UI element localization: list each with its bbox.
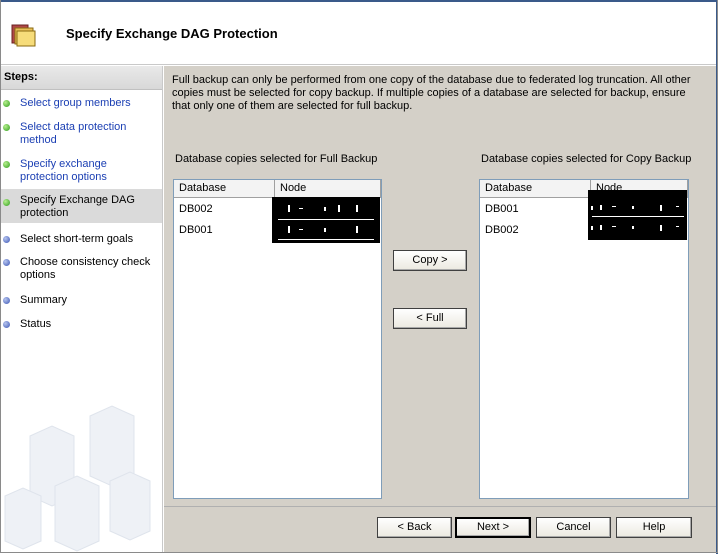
step-complete-icon [3,100,10,107]
step-pending-icon [3,297,10,304]
step-label: Choose consistency check options [20,256,151,281]
page-title: Specify Exchange DAG Protection [66,26,278,41]
step-pending-icon [3,236,10,243]
step-label: Select data protection method [20,121,127,146]
step-status[interactable]: Status [0,318,162,332]
copy-backup-list[interactable]: Database Node DB001 DB002 [479,179,689,499]
step-choose-consistency-check-options[interactable]: Choose consistency check options [0,256,162,284]
cancel-button[interactable]: Cancel [536,517,611,538]
folder-icon [10,22,38,48]
wizard-footer: < Back Next > Cancel Help [164,506,716,553]
info-text: Full backup can only be performed from o… [172,74,691,112]
wizard-header: Specify Exchange DAG Protection [0,2,716,65]
redacted-node-values [588,190,687,240]
step-complete-icon [3,124,10,131]
database-cell: DB002 [179,203,213,215]
full-button[interactable]: < Full [393,308,467,329]
database-cell: DB001 [485,203,519,215]
content-panel: Full backup can only be performed from o… [164,66,716,506]
column-node[interactable]: Node [275,180,381,197]
step-select-group-members[interactable]: Select group members [0,97,162,111]
database-cell: DB002 [485,224,519,236]
step-label: Select short-term goals [20,233,134,245]
list-header: Database Node [174,180,381,198]
copy-button[interactable]: Copy > [393,250,467,271]
column-database[interactable]: Database [174,180,275,197]
step-summary[interactable]: Summary [0,294,162,308]
full-backup-list[interactable]: Database Node DB002 DB001 [173,179,382,499]
full-backup-label: Database copies selected for Full Backup [175,153,378,165]
next-button[interactable]: Next > [455,517,531,538]
steps-header: Steps: [0,66,162,90]
step-pending-icon [3,321,10,328]
step-label: Specify exchange protection options [20,158,107,183]
step-complete-icon [3,161,10,168]
redacted-node-values [272,197,380,243]
step-label: Specify Exchange DAG protection [20,194,135,219]
step-current-icon [3,199,10,206]
column-database[interactable]: Database [480,180,591,197]
step-select-short-term-goals[interactable]: Select short-term goals [0,233,162,247]
step-label: Status [20,318,52,330]
step-label: Select group members [20,97,131,109]
step-select-data-protection-method[interactable]: Select data protection method [0,121,162,149]
steps-title: Steps: [4,71,38,83]
database-cell: DB001 [179,224,213,236]
servers-watermark-icon [4,405,151,552]
copy-backup-label: Database copies selected for Copy Backup [481,153,692,165]
step-label: Summary [20,294,68,306]
step-specify-exchange-dag-protection[interactable]: Specify Exchange DAG protection [0,189,162,223]
step-pending-icon [3,259,10,266]
steps-sidebar: Steps: Select group members Select data … [0,66,163,552]
help-button[interactable]: Help [616,517,692,538]
back-button[interactable]: < Back [377,517,452,538]
step-specify-exchange-protection-options[interactable]: Specify exchange protection options [0,158,162,186]
